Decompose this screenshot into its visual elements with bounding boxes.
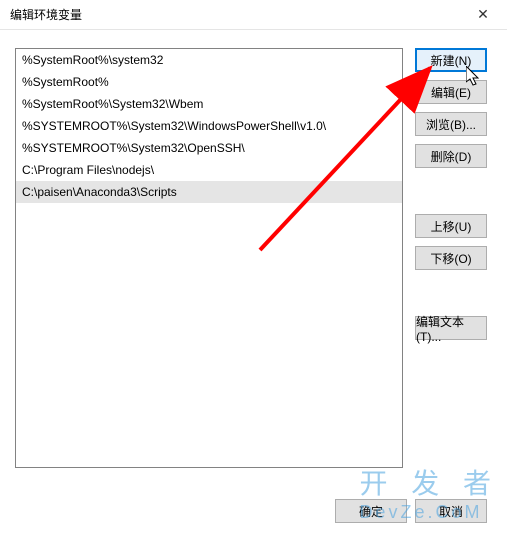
path-list-item[interactable]: C:\paisen\Anaconda3\Scripts: [16, 181, 402, 203]
path-list-item[interactable]: %SYSTEMROOT%\System32\OpenSSH\: [16, 137, 402, 159]
path-list[interactable]: %SystemRoot%\system32%SystemRoot%%System…: [15, 48, 403, 468]
delete-button[interactable]: 删除(D): [415, 144, 487, 168]
edit-text-button[interactable]: 编辑文本(T)...: [415, 316, 487, 340]
window-title: 编辑环境变量: [10, 6, 82, 23]
browse-button[interactable]: 浏览(B)...: [415, 112, 487, 136]
content-area: %SystemRoot%\system32%SystemRoot%%System…: [0, 30, 507, 478]
path-list-item[interactable]: %SystemRoot%\System32\Wbem: [16, 93, 402, 115]
path-list-item[interactable]: %SYSTEMROOT%\System32\WindowsPowerShell\…: [16, 115, 402, 137]
path-list-item[interactable]: C:\Program Files\nodejs\: [16, 159, 402, 181]
edit-button[interactable]: 编辑(E): [415, 80, 487, 104]
button-column: 新建(N) 编辑(E) 浏览(B)... 删除(D) 上移(U) 下移(O) 编…: [415, 48, 487, 468]
move-down-button[interactable]: 下移(O): [415, 246, 487, 270]
move-up-button[interactable]: 上移(U): [415, 214, 487, 238]
close-button[interactable]: ✕: [467, 3, 499, 27]
cancel-button[interactable]: 取消: [415, 499, 487, 523]
new-button[interactable]: 新建(N): [415, 48, 487, 72]
dialog-buttons: 确定 取消: [0, 491, 507, 531]
close-icon: ✕: [477, 6, 489, 23]
path-list-item[interactable]: %SystemRoot%: [16, 71, 402, 93]
titlebar: 编辑环境变量 ✕: [0, 0, 507, 30]
ok-button[interactable]: 确定: [335, 499, 407, 523]
path-list-item[interactable]: %SystemRoot%\system32: [16, 49, 402, 71]
